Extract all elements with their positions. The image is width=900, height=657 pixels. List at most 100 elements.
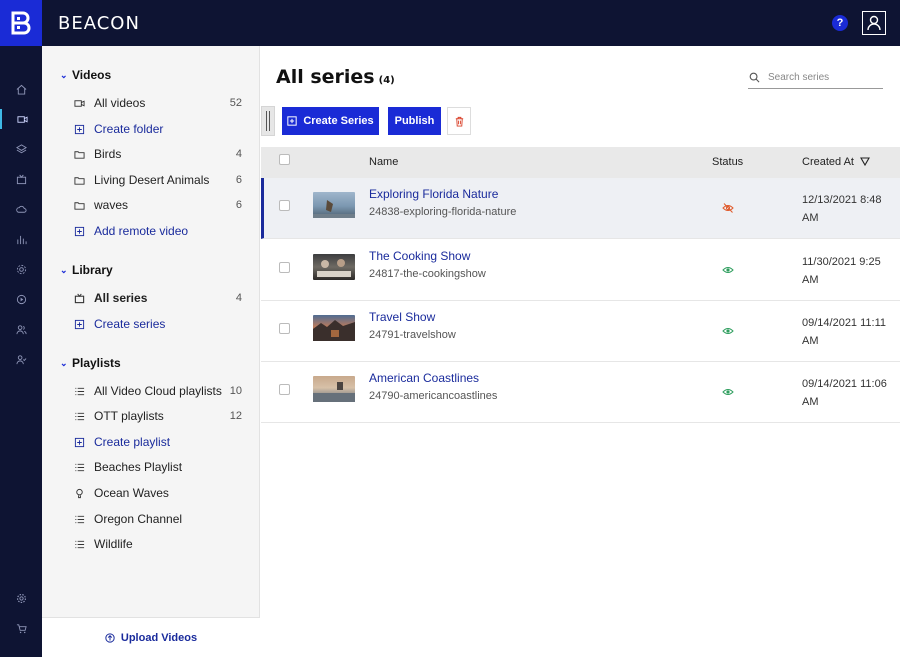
sidebar-item-label: All series bbox=[94, 291, 148, 305]
row-checkbox[interactable] bbox=[279, 200, 290, 211]
sidebar-item-create-playlist[interactable]: Create playlist bbox=[72, 433, 242, 451]
help-button[interactable]: ? bbox=[832, 15, 848, 31]
nav-user-check[interactable] bbox=[0, 349, 42, 369]
sidebar-item-label: Beaches Playlist bbox=[94, 460, 183, 474]
library-section-toggle[interactable]: ⌄ Library bbox=[60, 263, 113, 277]
search-box bbox=[748, 66, 883, 89]
eye-icon[interactable] bbox=[722, 386, 734, 398]
sidebar-item-waves[interactable]: waves 6 bbox=[72, 196, 242, 214]
sidebar-item-label: Living Desert Animals bbox=[94, 173, 210, 187]
nav-layers[interactable] bbox=[0, 139, 42, 159]
eye-off-icon[interactable] bbox=[722, 202, 734, 214]
folder-icon bbox=[72, 198, 86, 212]
delete-button[interactable] bbox=[447, 107, 471, 135]
create-series-label: Create Series bbox=[303, 115, 374, 127]
series-thumbnail bbox=[313, 192, 355, 218]
table-row[interactable]: The Cooking Show 24817-the-cookingshow 1… bbox=[261, 240, 900, 301]
library-sidebar: ⌄ Videos All videos 52 Create folder Bir… bbox=[42, 46, 260, 657]
user-account-button[interactable] bbox=[862, 11, 886, 35]
sidebar-item-label: Oregon Channel bbox=[94, 512, 183, 526]
plus-square-icon bbox=[72, 435, 86, 449]
series-name-link[interactable]: Exploring Florida Nature bbox=[369, 187, 498, 201]
column-name[interactable]: Name bbox=[369, 156, 398, 168]
created-date: 12/13/2021 8:48 bbox=[802, 194, 882, 206]
series-thumbnail bbox=[313, 254, 355, 280]
publish-button[interactable]: Publish bbox=[388, 107, 441, 135]
nav-play[interactable] bbox=[0, 289, 42, 309]
series-content: All series(4) Create Series Publish Name… bbox=[261, 46, 900, 657]
sidebar-item-label: Create series bbox=[94, 317, 166, 331]
item-count: 12 bbox=[229, 410, 242, 422]
eye-icon[interactable] bbox=[722, 325, 734, 337]
plus-square-icon bbox=[287, 116, 297, 126]
sidebar-item-all-video-cloud-playlists[interactable]: All Video Cloud playlists 10 bbox=[72, 382, 242, 400]
lightbulb-icon bbox=[72, 486, 86, 500]
sidebar-item-label: Birds bbox=[94, 147, 122, 161]
chevron-down-icon: ⌄ bbox=[60, 264, 68, 275]
nav-cloud[interactable] bbox=[0, 199, 42, 219]
sidebar-item-wildlife[interactable]: Wildlife bbox=[72, 535, 242, 553]
page-title-text: All series bbox=[276, 66, 375, 88]
row-checkbox[interactable] bbox=[279, 262, 290, 273]
created-at: 09/14/2021 11:11 AM bbox=[802, 314, 892, 350]
series-name-link[interactable]: American Coastlines bbox=[369, 371, 479, 385]
search-input[interactable] bbox=[768, 71, 878, 83]
videos-section-toggle[interactable]: ⌄ Videos bbox=[60, 68, 111, 82]
series-count: (4) bbox=[378, 75, 395, 86]
series-slug: 24790-americancoastlines bbox=[369, 390, 498, 402]
nav-rail bbox=[0, 46, 42, 657]
row-checkbox[interactable] bbox=[279, 323, 290, 334]
sidebar-item-create-series[interactable]: Create series bbox=[72, 315, 242, 333]
nav-videos[interactable] bbox=[0, 109, 42, 129]
search-icon bbox=[749, 72, 760, 82]
videos-heading: Videos bbox=[72, 68, 112, 82]
nav-settings[interactable] bbox=[0, 588, 42, 608]
sidebar-item-birds[interactable]: Birds 4 bbox=[72, 145, 242, 163]
created-period: AM bbox=[802, 212, 819, 224]
top-bar: BEACON ? bbox=[0, 0, 900, 46]
table-row[interactable]: American Coastlines 24790-americancoastl… bbox=[261, 362, 900, 423]
sidebar-item-all-videos[interactable]: All videos 52 bbox=[72, 94, 242, 112]
nav-settings-alt[interactable] bbox=[0, 259, 42, 279]
table-row[interactable]: Travel Show 24791-travelshow 09/14/2021 … bbox=[261, 301, 900, 362]
column-status[interactable]: Status bbox=[712, 156, 743, 168]
sidebar-item-create-folder[interactable]: Create folder bbox=[72, 120, 242, 138]
list-icon bbox=[72, 409, 86, 423]
beacon-logo[interactable] bbox=[0, 0, 42, 46]
sidebar-item-living-desert-animals[interactable]: Living Desert Animals 6 bbox=[72, 171, 242, 189]
nav-analytics[interactable] bbox=[0, 229, 42, 249]
nav-users[interactable] bbox=[0, 319, 42, 339]
sidebar-item-add-remote-video[interactable]: Add remote video bbox=[72, 222, 242, 240]
item-count: 6 bbox=[235, 174, 242, 186]
created-at: 11/30/2021 9:25 AM bbox=[802, 253, 892, 289]
nav-home[interactable] bbox=[0, 79, 42, 99]
select-all-checkbox[interactable] bbox=[279, 154, 290, 165]
sidebar-item-label: waves bbox=[94, 198, 129, 212]
home-icon bbox=[16, 84, 26, 95]
series-slug: 24838-exploring-florida-nature bbox=[369, 206, 517, 218]
sidebar-item-label: Ocean Waves bbox=[94, 486, 169, 500]
item-count: 52 bbox=[229, 97, 242, 109]
nav-tv[interactable] bbox=[0, 169, 42, 189]
nav-cart[interactable] bbox=[0, 618, 42, 638]
sidebar-item-beaches-playlist[interactable]: Beaches Playlist bbox=[72, 458, 242, 476]
brand-name: BEACON bbox=[58, 12, 140, 34]
sidebar-item-all-series[interactable]: All series 4 bbox=[72, 289, 242, 307]
column-created-at[interactable]: Created At bbox=[802, 156, 870, 168]
series-name-link[interactable]: Travel Show bbox=[369, 310, 435, 324]
upload-videos-button[interactable]: Upload Videos bbox=[42, 617, 260, 657]
sidebar-item-ott-playlists[interactable]: OTT playlists 12 bbox=[72, 407, 242, 425]
created-at: 09/14/2021 11:06 AM bbox=[802, 375, 892, 411]
eye-icon[interactable] bbox=[722, 264, 734, 276]
table-header: Name Status Created At bbox=[261, 147, 900, 178]
list-icon bbox=[72, 537, 86, 551]
create-series-button[interactable]: Create Series bbox=[282, 107, 379, 135]
sidebar-item-ocean-waves[interactable]: Ocean Waves bbox=[72, 484, 242, 502]
playlists-section-toggle[interactable]: ⌄ Playlists bbox=[60, 356, 121, 370]
sidebar-resize-handle[interactable] bbox=[261, 106, 275, 136]
table-row[interactable]: Exploring Florida Nature 24838-exploring… bbox=[261, 178, 900, 239]
sidebar-item-oregon-channel[interactable]: Oregon Channel bbox=[72, 510, 242, 528]
row-checkbox[interactable] bbox=[279, 384, 290, 395]
series-name-link[interactable]: The Cooking Show bbox=[369, 249, 470, 263]
created-period: AM bbox=[802, 274, 819, 286]
